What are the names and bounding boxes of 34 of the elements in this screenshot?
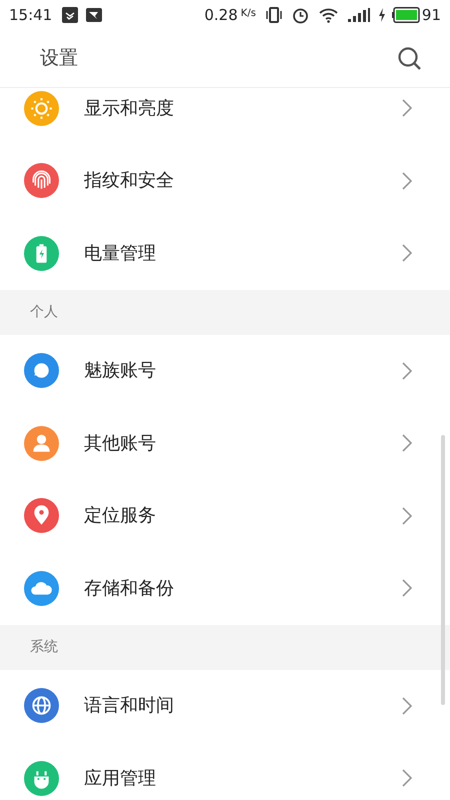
chevron-icon	[402, 99, 412, 118]
search-icon[interactable]	[397, 46, 422, 71]
image-icon	[86, 8, 102, 22]
alarm-icon	[292, 6, 309, 24]
chevron-icon	[402, 244, 412, 262]
status-time: 15:41	[9, 4, 52, 26]
item-label: 魅族账号	[84, 359, 156, 384]
battery-percent: 91	[422, 4, 441, 26]
wifi-icon	[318, 8, 338, 22]
item-label: 指纹和安全	[84, 169, 174, 194]
vibrate-icon	[266, 7, 282, 23]
item-label: 语言和时间	[84, 694, 174, 718]
section-header: 系统	[0, 624, 450, 670]
chevron-icon	[402, 579, 412, 598]
section-header: 个人	[0, 290, 450, 334]
chevron-icon	[402, 506, 412, 525]
chevron-icon	[402, 172, 412, 190]
chevron-icon	[402, 362, 412, 380]
signal-icon	[348, 8, 370, 22]
item-label: 定位服务	[84, 504, 156, 528]
page-title: 设置	[40, 46, 78, 72]
battery-icon	[392, 7, 420, 23]
item-label: 其他账号	[84, 432, 156, 456]
notification-icon	[62, 7, 78, 23]
item-label: 电量管理	[84, 242, 156, 266]
chevron-icon	[402, 696, 412, 715]
chevron-icon	[402, 769, 412, 788]
network-speed: 0.28	[204, 4, 238, 26]
item-label: 显示和亮度	[84, 96, 174, 121]
item-label: 应用管理	[84, 766, 156, 791]
speed-unit: K/s	[240, 7, 256, 21]
charging-icon	[378, 8, 386, 22]
chevron-icon	[402, 434, 412, 452]
item-label: 存储和备份	[84, 576, 174, 601]
